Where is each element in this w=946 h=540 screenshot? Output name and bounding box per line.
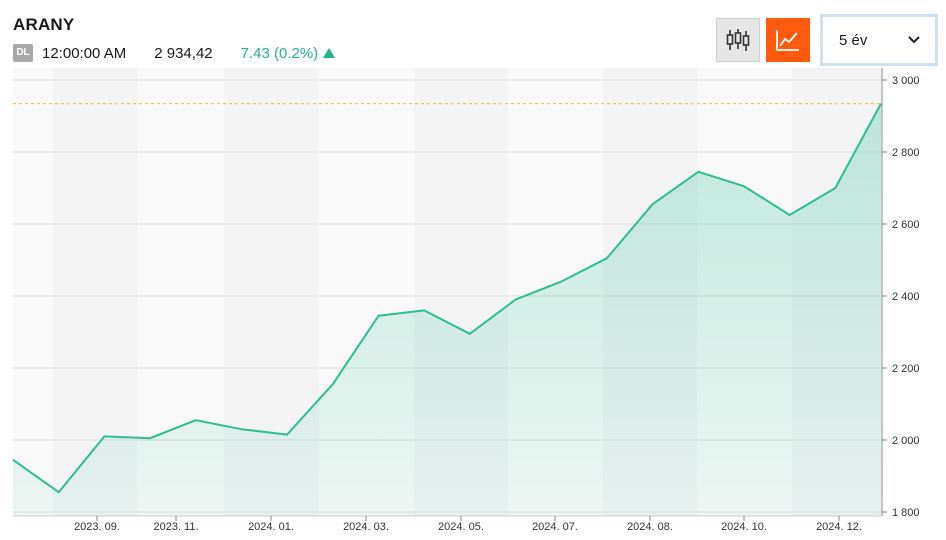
x-tick-label: 2024. 12. — [816, 521, 862, 533]
y-tick-label: 2 800 — [892, 147, 920, 159]
x-tick-label: 2024. 07. — [532, 521, 578, 533]
price-chart: 3 000 2 800 2 600 2 400 2 200 2 000 1 800 2023… — [12, 68, 920, 533]
x-tick-label: 2024. 10. — [721, 521, 767, 533]
y-tick-label: 2 600 — [892, 219, 920, 231]
y-tick-label: 2 000 — [892, 435, 920, 447]
x-tick-label: 2023. 11. — [153, 521, 198, 533]
x-tick-label: 2024. 03. — [343, 521, 389, 533]
y-tick-label: 2 200 — [892, 363, 920, 375]
x-tick-label: 2024. 01. — [248, 521, 294, 533]
x-tick-label: 2023. 09. — [74, 521, 120, 533]
y-tick-label: 1 800 — [892, 507, 920, 519]
y-tick-label: 3 000 — [892, 75, 920, 87]
x-tick-label: 2024. 08. — [627, 521, 673, 533]
x-tick-label: 2024. 05. — [438, 521, 484, 533]
plot-band — [13, 68, 53, 516]
y-tick-label: 2 400 — [892, 291, 920, 303]
